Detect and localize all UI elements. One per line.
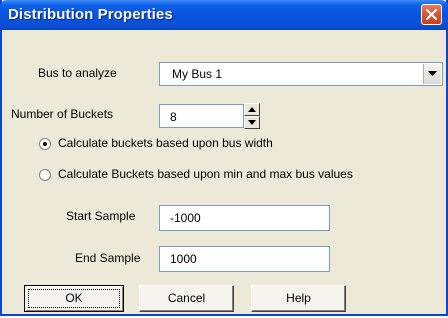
window-title: Distribution Properties	[8, 6, 173, 23]
start-sample-input[interactable]: -1000	[159, 205, 330, 231]
bus-select[interactable]: My Bus 1	[159, 62, 443, 86]
cancel-button-label: Cancel	[167, 291, 206, 305]
close-icon	[425, 8, 438, 21]
help-button[interactable]: Help	[251, 285, 346, 312]
arrow-up-icon	[248, 107, 256, 112]
help-button-label: Help	[286, 291, 311, 305]
title-bar[interactable]: Distribution Properties	[0, 0, 448, 30]
buckets-label: Number of Buckets	[11, 107, 114, 121]
radio-min-max-label[interactable]: Calculate Buckets based upon min and max…	[58, 167, 353, 181]
radio-bus-width[interactable]	[39, 138, 51, 150]
buckets-input[interactable]: 8	[159, 104, 244, 128]
buckets-spinner	[244, 103, 260, 129]
radio-bus-width-label[interactable]: Calculate buckets based upon bus width	[58, 136, 273, 150]
end-sample-label: End Sample	[75, 251, 141, 265]
radio-min-max[interactable]	[39, 169, 51, 181]
spin-down-button[interactable]	[244, 116, 260, 129]
arrow-down-icon	[248, 120, 256, 125]
bus-select-dropdown-button[interactable]	[423, 64, 441, 84]
bus-select-value: My Bus 1	[172, 67, 223, 81]
spin-up-button[interactable]	[244, 103, 260, 116]
end-sample-input[interactable]: 1000	[159, 246, 330, 272]
close-button[interactable]	[421, 4, 442, 25]
focus-ring	[28, 289, 120, 308]
chevron-down-icon	[428, 71, 437, 76]
bus-label: Bus to analyze	[38, 66, 117, 80]
cancel-button[interactable]: Cancel	[139, 285, 234, 312]
ok-button[interactable]: OK	[24, 285, 124, 312]
start-sample-label: Start Sample	[66, 209, 136, 223]
